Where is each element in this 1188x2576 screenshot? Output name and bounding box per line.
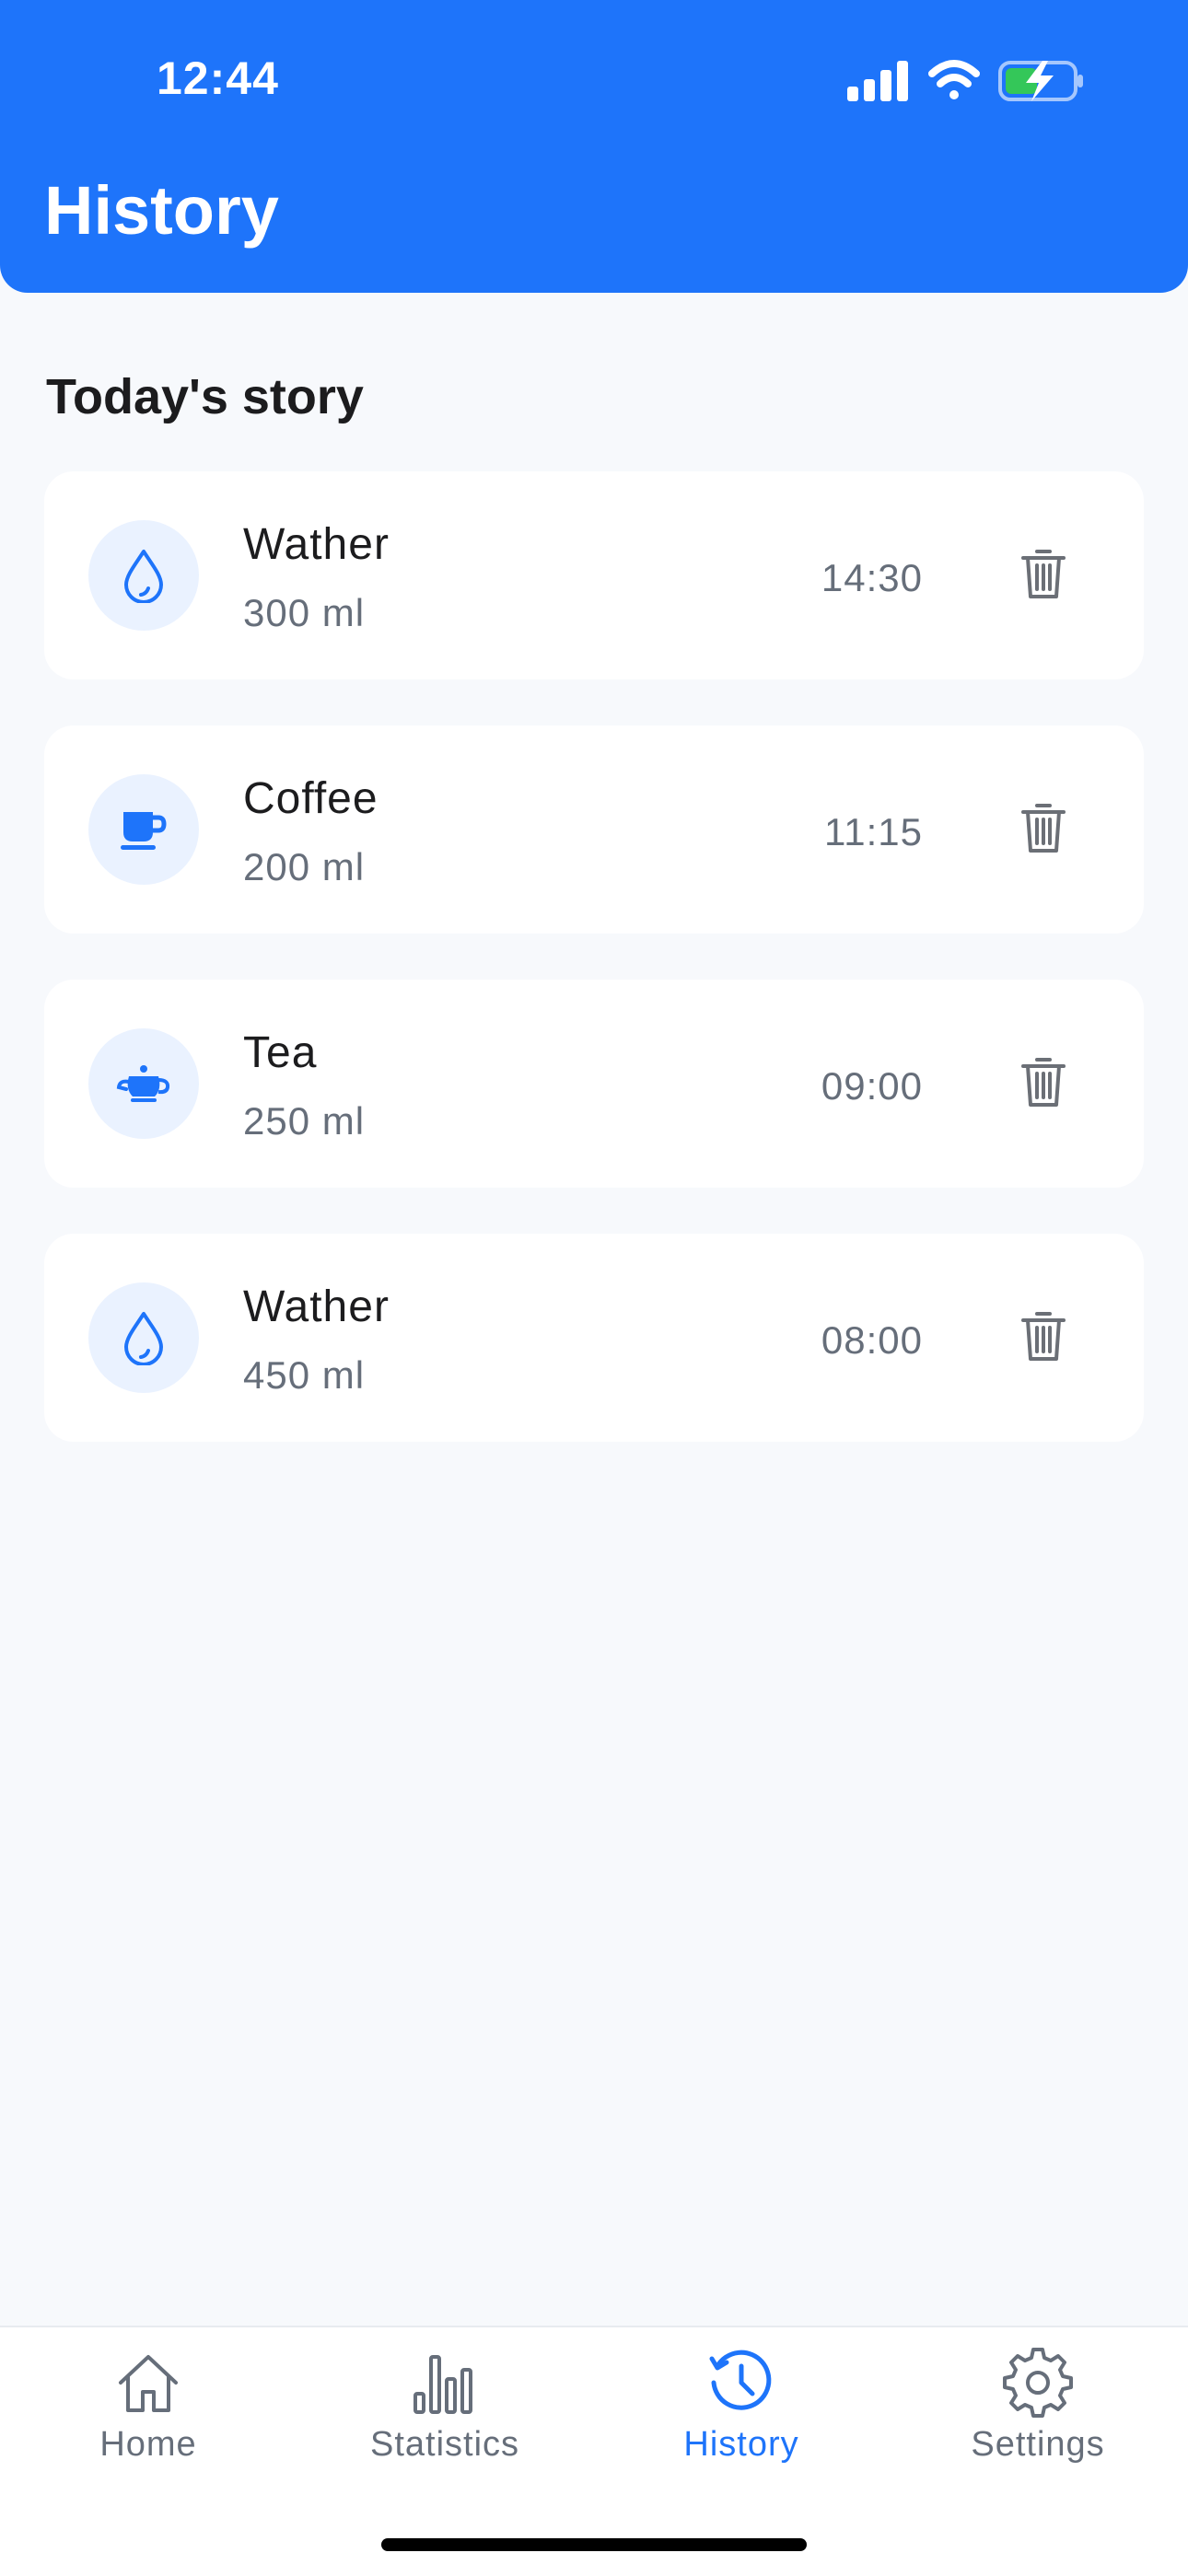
history-entry[interactable]: Wather 300 ml 14:30 xyxy=(44,471,1144,679)
entry-time: 09:00 xyxy=(821,1064,923,1108)
history-list: Wather 300 ml 14:30 Coffee 200 ml 11:15 … xyxy=(44,471,1144,1488)
nav-item-statistics[interactable]: Statistics xyxy=(297,2346,593,2484)
trash-icon xyxy=(1021,550,1066,598)
cellular-signal-icon xyxy=(847,61,908,101)
history-entry[interactable]: Tea 250 ml 09:00 xyxy=(44,980,1144,1188)
nav-label-home: Home xyxy=(99,2425,197,2464)
trash-icon xyxy=(1021,804,1066,853)
entry-amount: 300 ml xyxy=(243,591,366,634)
entry-icon-badge xyxy=(88,1282,199,1393)
entry-time: 11:15 xyxy=(824,810,923,853)
trash-icon xyxy=(1021,1312,1066,1361)
status-icons xyxy=(847,60,1083,101)
entry-time: 08:00 xyxy=(821,1318,923,1362)
entry-icon-badge xyxy=(88,1028,199,1139)
water-drop-icon xyxy=(124,550,163,603)
entry-name: Tea xyxy=(243,1028,318,1077)
entry-icon-badge xyxy=(88,774,199,885)
app-header: 12:44 History xyxy=(0,0,1188,293)
nav-label-settings: Settings xyxy=(971,2425,1105,2464)
entry-icon-badge xyxy=(88,520,199,631)
nav-item-home[interactable]: Home xyxy=(0,2346,297,2484)
home-indicator xyxy=(381,2538,807,2551)
page-title: History xyxy=(44,172,279,249)
trash-icon xyxy=(1021,1058,1066,1107)
history-clock-icon xyxy=(709,2350,772,2410)
delete-button[interactable] xyxy=(1013,1051,1074,1112)
history-entry[interactable]: Coffee 200 ml 11:15 xyxy=(44,725,1144,934)
entry-time: 14:30 xyxy=(821,556,923,599)
nav-item-settings[interactable]: Settings xyxy=(890,2346,1186,2484)
home-icon xyxy=(119,2355,178,2412)
entry-amount: 200 ml xyxy=(243,845,366,888)
coffee-cup-icon xyxy=(121,812,167,850)
gear-icon xyxy=(1003,2348,1073,2418)
entry-amount: 450 ml xyxy=(243,1353,366,1397)
section-title: Today's story xyxy=(46,369,364,424)
wifi-icon xyxy=(928,60,980,99)
delete-button[interactable] xyxy=(1013,797,1074,858)
delete-button[interactable] xyxy=(1013,1305,1074,1366)
teapot-icon xyxy=(116,1065,170,1102)
nav-label-statistics: Statistics xyxy=(369,2425,520,2464)
nav-label-history: History xyxy=(683,2425,799,2464)
entry-amount: 250 ml xyxy=(243,1099,366,1143)
water-drop-icon xyxy=(124,1312,163,1365)
entry-name: Coffee xyxy=(243,774,379,823)
delete-button[interactable] xyxy=(1013,543,1074,604)
status-time: 12:44 xyxy=(157,52,279,104)
nav-item-history[interactable]: History xyxy=(593,2346,890,2484)
history-entry[interactable]: Wather 450 ml 08:00 xyxy=(44,1234,1144,1442)
entry-name: Wather xyxy=(243,1282,390,1331)
battery-charging-icon xyxy=(998,61,1083,101)
entry-name: Wather xyxy=(243,520,390,569)
bar-chart-icon xyxy=(413,2355,472,2414)
